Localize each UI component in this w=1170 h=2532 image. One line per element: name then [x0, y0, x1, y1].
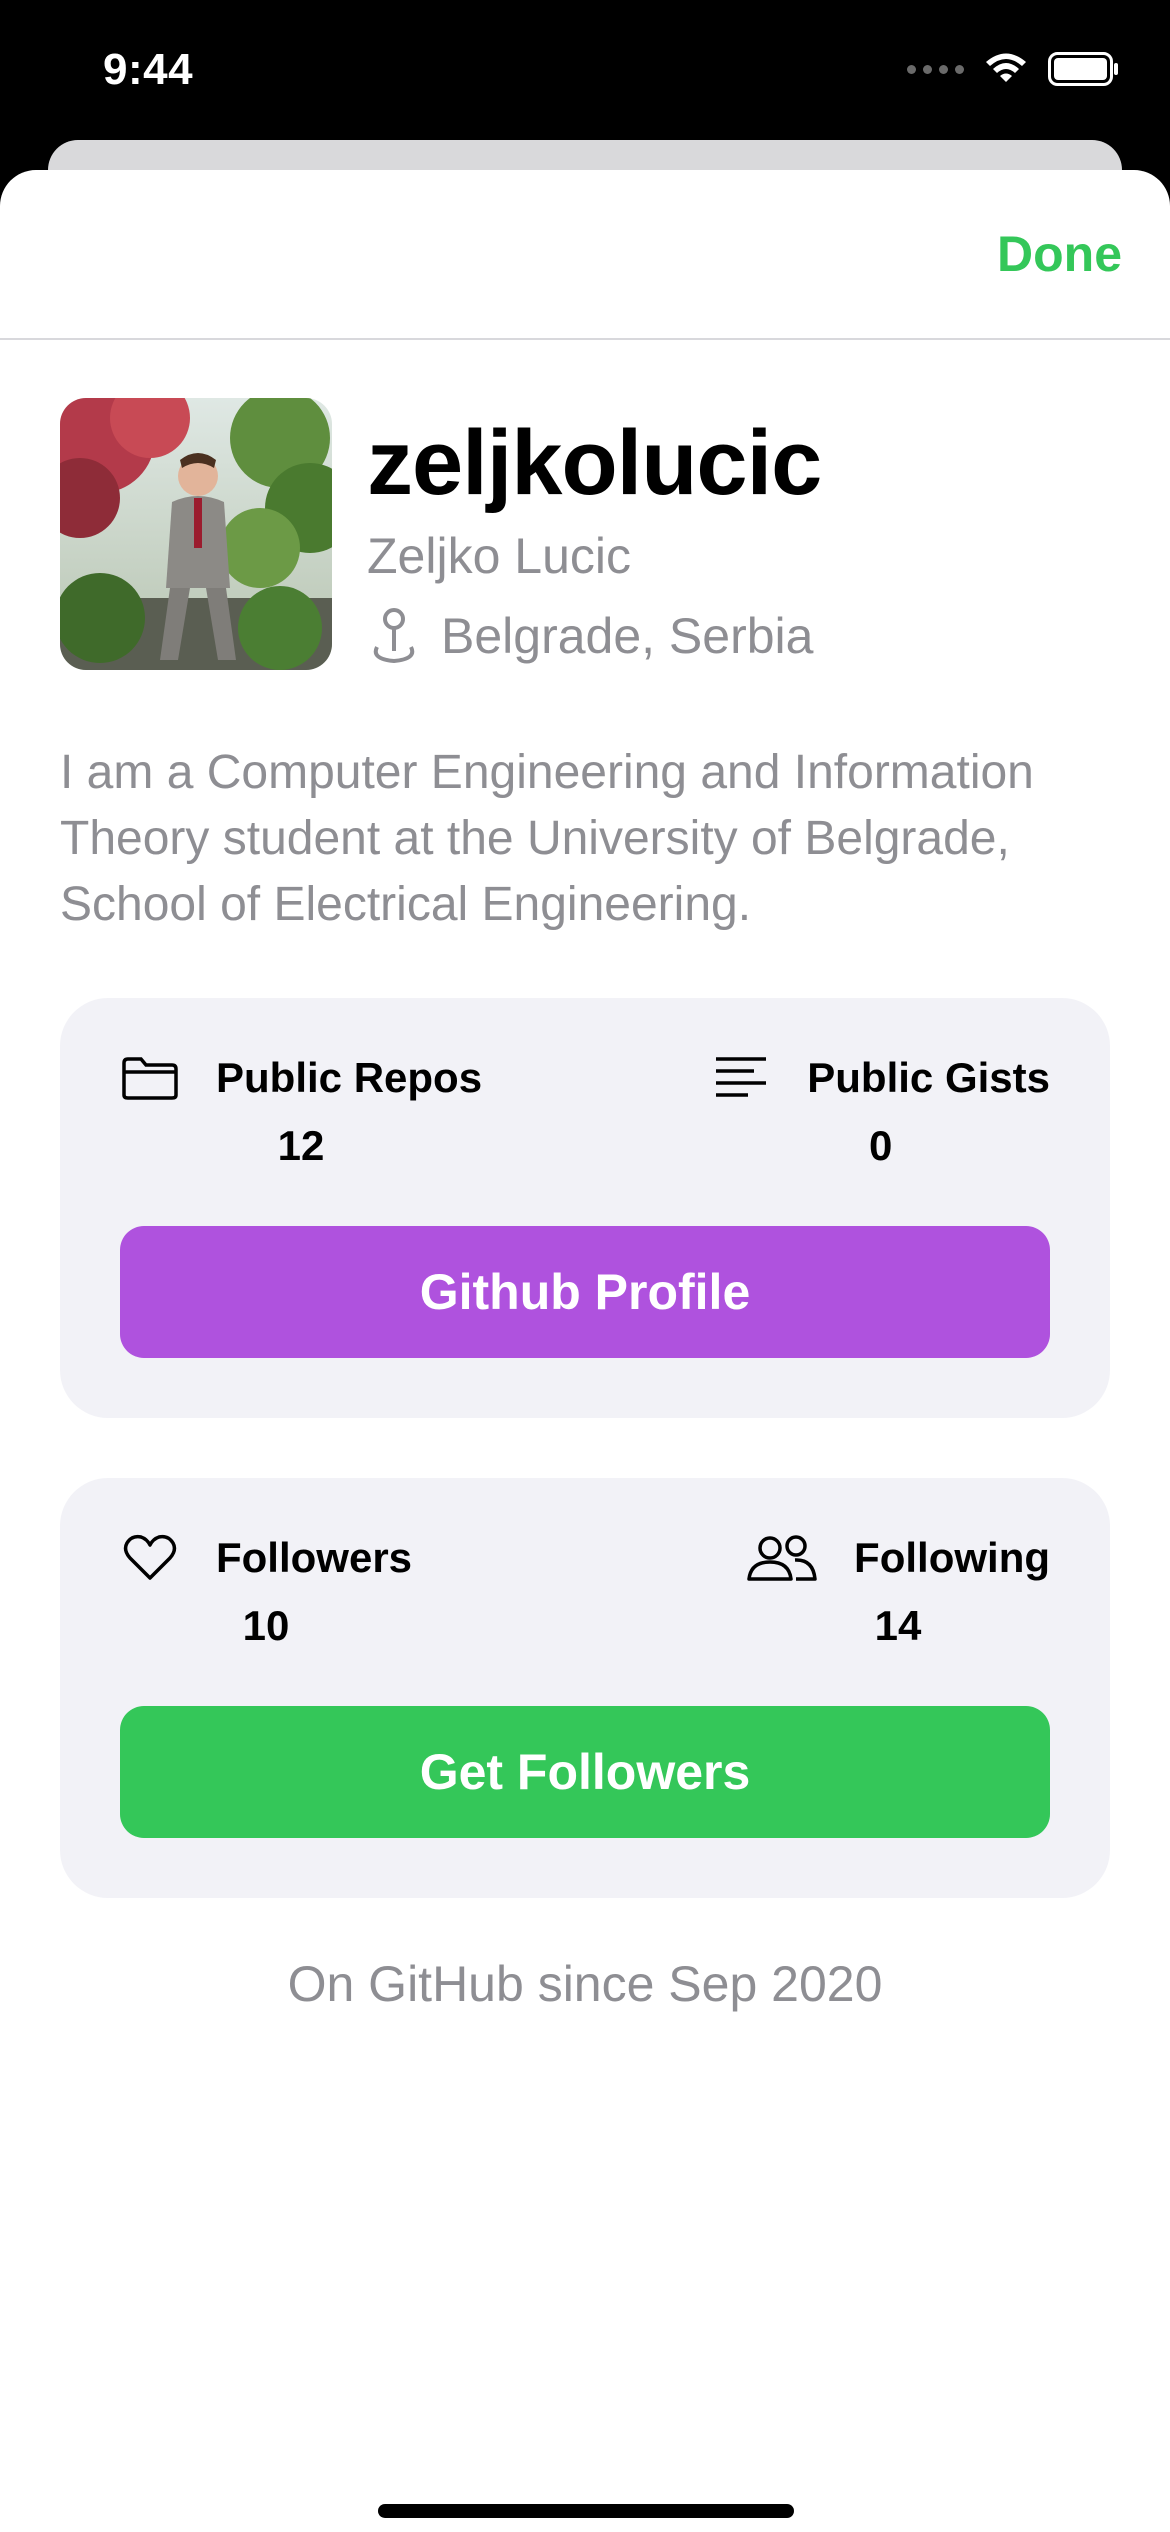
status-bar: 9:44 — [0, 0, 1170, 150]
location: Belgrade, Serbia — [367, 606, 813, 666]
public-repos-stat: Public Repos 12 — [120, 1050, 482, 1174]
navigation-bar: Done — [0, 170, 1170, 340]
status-time: 9:44 — [103, 45, 194, 94]
public-repos-count: 12 — [277, 1122, 325, 1169]
followers-stat: Followers 10 — [120, 1530, 412, 1654]
home-indicator — [378, 2504, 794, 2518]
full-name: Zeljko Lucic — [367, 528, 631, 584]
done-button[interactable]: Done — [997, 225, 1122, 283]
public-gists-label: Public Gists — [807, 1054, 1050, 1101]
battery-icon — [1048, 52, 1118, 86]
avatar — [60, 398, 332, 670]
bio: I am a Computer Engineering and Informat… — [60, 746, 1034, 931]
location-label: Belgrade, Serbia — [441, 608, 814, 664]
public-gists-count: 0 — [868, 1122, 893, 1169]
map-pin-icon — [373, 608, 415, 664]
username: zeljkolucic — [367, 412, 822, 514]
heart-icon — [120, 1534, 180, 1582]
status-icons — [907, 52, 1120, 86]
people-icon — [746, 1534, 818, 1582]
repos-card: Public Repos 12 Public Gists 0 Github Pr… — [60, 998, 1110, 1418]
get-followers-button[interactable]: Get Followers — [120, 1706, 1050, 1838]
github-profile-button[interactable]: Github Profile — [120, 1226, 1050, 1358]
public-repos-label: Public Repos — [216, 1054, 483, 1101]
profile-header: zeljkolucic Zeljko Lucic Belgrade, Serbi… — [60, 398, 1110, 670]
wifi-icon — [986, 53, 1026, 82]
member-since-label: On GitHub since Sep 2020 — [287, 1956, 883, 2012]
followers-card: Followers 10 Following 14 Get Followers — [60, 1478, 1110, 1898]
following-stat: Following 14 — [746, 1530, 1050, 1654]
following-count: 14 — [874, 1602, 922, 1649]
folder-icon — [120, 1055, 180, 1101]
cellular-signal-icon — [907, 64, 964, 74]
text-lines-icon — [711, 1056, 771, 1100]
following-label: Following — [854, 1534, 1050, 1581]
public-gists-stat: Public Gists 0 — [711, 1050, 1050, 1174]
followers-count: 10 — [242, 1602, 290, 1649]
followers-label: Followers — [216, 1534, 413, 1581]
